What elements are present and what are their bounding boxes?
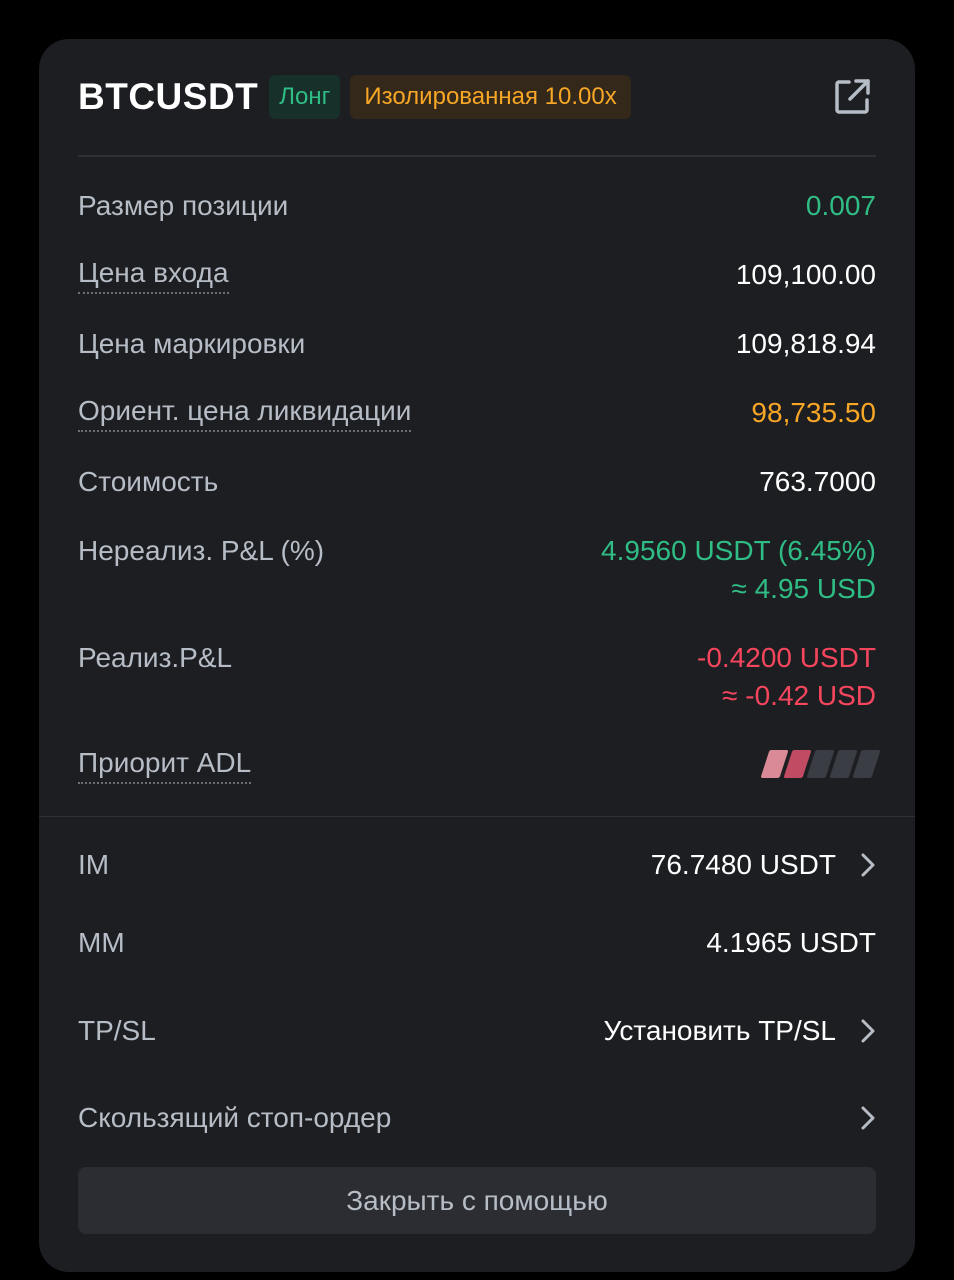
adl-label[interactable]: Приорит ADL bbox=[78, 746, 252, 784]
row-mm: MM 4.1965 USDT bbox=[78, 924, 876, 962]
set-tpsl-link[interactable]: Установить TP/SL bbox=[603, 1012, 836, 1050]
position-value-label: Стоимость bbox=[78, 466, 219, 497]
im-value-group: 76.7480 USDT bbox=[651, 846, 876, 884]
mark-price-value: 109,818.94 bbox=[735, 328, 876, 359]
row-mark-price: Цена маркировки 109,818.94 bbox=[78, 325, 876, 363]
section-divider bbox=[39, 816, 915, 817]
row-im[interactable]: IM 76.7480 USDT bbox=[78, 846, 876, 884]
im-label: IM bbox=[78, 849, 110, 880]
row-trailing-stop[interactable]: Скользящий стоп-ордер bbox=[78, 1099, 876, 1137]
trailing-stop-label: Скользящий стоп-ордер bbox=[78, 1102, 392, 1133]
position-size-value: 0.007 bbox=[805, 190, 876, 221]
row-adl: Приорит ADL bbox=[78, 746, 881, 784]
row-tpsl[interactable]: TP/SL Установить TP/SL bbox=[78, 1012, 876, 1050]
adl-bar bbox=[852, 750, 881, 778]
share-external-icon bbox=[835, 79, 870, 114]
realized-pnl-usd: ≈ -0.42 USD bbox=[722, 680, 876, 711]
liquidation-price-label[interactable]: Ориент. цена ликвидации bbox=[78, 394, 412, 432]
position-value-value: 763.7000 bbox=[759, 466, 876, 497]
row-realized-pnl: Реализ.P&L -0.4200 USDT ≈ -0.42 USD bbox=[78, 639, 876, 715]
row-position-value: Стоимость 763.7000 bbox=[78, 463, 876, 501]
share-button[interactable] bbox=[828, 73, 876, 121]
chevron-right-icon[interactable] bbox=[836, 846, 876, 884]
entry-price-value: 109,100.00 bbox=[735, 259, 876, 290]
header-divider bbox=[78, 155, 876, 157]
entry-price-label[interactable]: Цена входа bbox=[78, 256, 229, 294]
unrealized-pnl-value: 4.9560 USDT (6.45%) ≈ 4.95 USD bbox=[601, 532, 876, 608]
close-with-button[interactable]: Закрыть с помощью bbox=[78, 1167, 876, 1234]
side-badge: Лонг bbox=[269, 75, 341, 119]
im-value: 76.7480 USDT bbox=[650, 849, 836, 880]
realized-pnl-usdt: -0.4200 USDT bbox=[697, 642, 876, 673]
position-card: BTCUSDT Лонг Изолированная 10.00x Размер… bbox=[39, 39, 915, 1272]
unrealized-pnl-usd: ≈ 4.95 USD bbox=[731, 573, 876, 604]
chevron-right-icon[interactable] bbox=[836, 1099, 876, 1137]
mm-value: 4.1965 USDT bbox=[706, 927, 876, 958]
symbol-title: BTCUSDT bbox=[78, 76, 259, 117]
row-position-size: Размер позиции 0.007 bbox=[78, 187, 876, 225]
realized-pnl-label: Реализ.P&L bbox=[78, 642, 233, 673]
realized-pnl-value: -0.4200 USDT ≈ -0.42 USD bbox=[697, 639, 876, 715]
row-liquidation-price: Ориент. цена ликвидации 98,735.50 bbox=[78, 394, 876, 432]
margin-mode-badge: Изолированная 10.00x bbox=[350, 75, 631, 119]
tpsl-label: TP/SL bbox=[78, 1015, 156, 1046]
liquidation-price-value: 98,735.50 bbox=[751, 397, 876, 428]
position-size-label: Размер позиции bbox=[78, 190, 289, 221]
row-unrealized-pnl: Нереализ. P&L (%) 4.9560 USDT (6.45%) ≈ … bbox=[78, 532, 876, 608]
unrealized-pnl-usdt: 4.9560 USDT (6.45%) bbox=[601, 535, 876, 566]
mm-label: MM bbox=[78, 927, 125, 958]
row-entry-price: Цена входа 109,100.00 bbox=[78, 256, 876, 294]
chevron-right-icon[interactable] bbox=[836, 1012, 876, 1050]
unrealized-pnl-label: Нереализ. P&L (%) bbox=[78, 535, 325, 566]
tpsl-value-group: Установить TP/SL bbox=[603, 1012, 876, 1050]
mark-price-label: Цена маркировки bbox=[78, 328, 306, 359]
adl-indicator bbox=[760, 750, 881, 778]
position-header: BTCUSDT Лонг Изолированная 10.00x bbox=[78, 69, 876, 125]
